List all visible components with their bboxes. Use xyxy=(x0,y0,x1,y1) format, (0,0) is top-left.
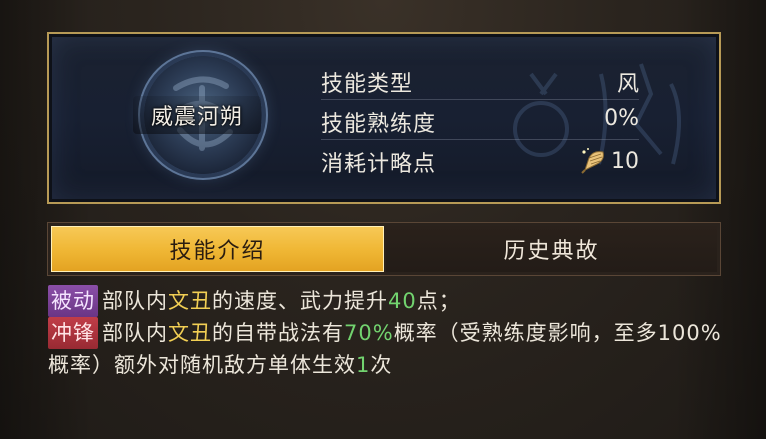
tab-history[interactable]: 历史典故 xyxy=(386,226,717,272)
times-value: 1 xyxy=(356,353,371,377)
charge-tag: 冲锋 xyxy=(48,317,98,349)
desc-text: 部队内 xyxy=(102,321,168,345)
cost-value: 10 xyxy=(611,149,639,174)
hero-name: 文丑 xyxy=(168,289,212,313)
tab-skill-intro[interactable]: 技能介绍 xyxy=(51,226,384,272)
tab-bar: 技能介绍 历史典故 xyxy=(47,222,721,276)
stat-value: 风 xyxy=(616,72,639,97)
stat-label: 消耗计略点 xyxy=(321,152,437,177)
desc-text: 的自带战法有 xyxy=(212,321,344,345)
stat-value-cost: 10 xyxy=(579,146,639,174)
stat-bonus-value: 40 xyxy=(388,289,417,313)
stat-label: 技能类型 xyxy=(321,72,414,97)
desc-text: 次 xyxy=(370,353,393,377)
passive-effect-line: 被动 部队内文丑的速度、武力提升40点； xyxy=(48,285,728,317)
skill-name: 威震河朔 xyxy=(133,96,261,134)
skill-description: 被动 部队内文丑的速度、武力提升40点； 冲锋 部队内文丑的自带战法有70%概率（受… xyxy=(48,285,728,381)
stat-row-cost: 消耗计略点 10 xyxy=(321,140,639,179)
chance-value: 70% xyxy=(344,321,394,345)
charge-effect-line: 冲锋 部队内文丑的自带战法有70%概率（受熟练度影响，至多100%概率）额外对随机… xyxy=(48,317,728,381)
desc-text: 部队内 xyxy=(102,289,168,313)
skill-stats: 技能类型 风 技能熟练度 0% 消耗计略点 10 xyxy=(321,60,639,179)
stat-label: 技能熟练度 xyxy=(321,112,437,137)
stat-value: 0% xyxy=(604,106,639,131)
strategy-fan-icon xyxy=(581,148,604,174)
desc-text: 的速度、武力提升 xyxy=(212,289,388,313)
stat-row-type: 技能类型 风 xyxy=(321,60,639,100)
passive-tag: 被动 xyxy=(48,285,98,317)
desc-text: 点； xyxy=(416,289,461,313)
stat-row-proficiency: 技能熟练度 0% xyxy=(321,100,639,140)
hero-name: 文丑 xyxy=(168,321,212,345)
skill-info-panel: 威震河朔 技能类型 风 技能熟练度 0% 消耗计略点 10 xyxy=(47,32,721,204)
